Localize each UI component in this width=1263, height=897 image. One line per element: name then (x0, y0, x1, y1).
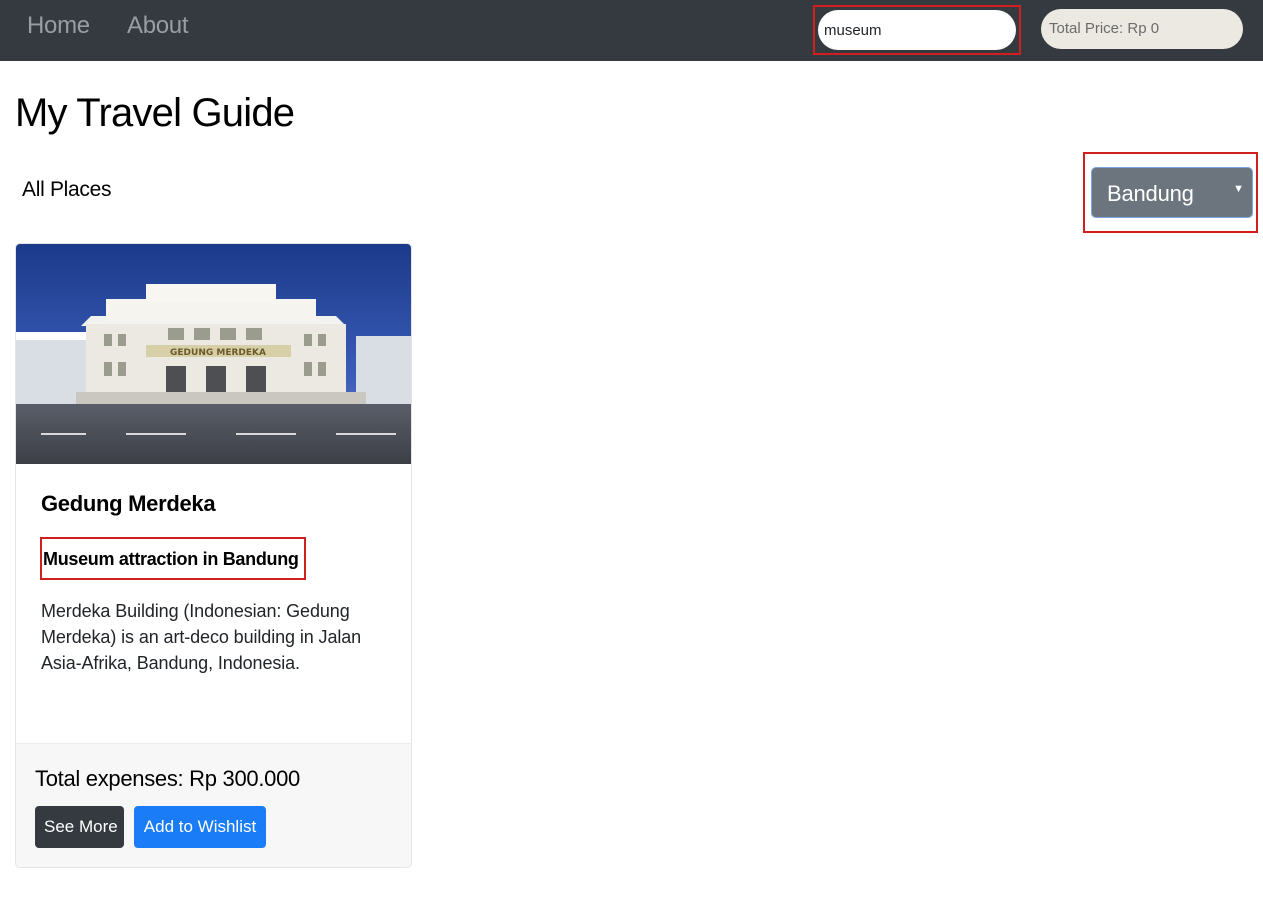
navbar: Home About Total Price: Rp 0 (0, 0, 1263, 61)
see-more-button[interactable]: See More (35, 806, 124, 848)
city-select-highlight-box: Bandung ▼ (1083, 152, 1258, 233)
place-description: Merdeka Building (Indonesian: Gedung Mer… (41, 601, 362, 673)
total-expenses: Total expenses: Rp 300.000 (35, 766, 300, 791)
card-footer: Total expenses: Rp 300.000 See More Add … (16, 743, 411, 867)
place-card: GEDUNG MERDEKA Gedung Merdeka Museum att… (15, 243, 412, 868)
subtitle-highlight-box: Museum attraction in Bandung (40, 537, 306, 580)
city-select-value: Bandung (1107, 181, 1194, 206)
place-title: Gedung Merdeka (41, 491, 216, 516)
nav-about-link[interactable]: About (127, 12, 189, 40)
total-price-display: Total Price: Rp 0 (1041, 9, 1243, 49)
building-lettering: GEDUNG MERDEKA (170, 348, 266, 358)
search-highlight-box (813, 5, 1021, 55)
page-title: My Travel Guide (15, 91, 295, 135)
add-to-wishlist-button[interactable]: Add to Wishlist (134, 806, 266, 848)
place-image: GEDUNG MERDEKA (16, 244, 411, 464)
place-subtitle: Museum attraction in Bandung (43, 549, 299, 569)
caret-down-icon: ▼ (1233, 183, 1244, 195)
section-label: All Places (22, 178, 112, 201)
nav-home-link[interactable]: Home (27, 12, 90, 40)
city-select[interactable]: Bandung ▼ (1091, 167, 1253, 218)
search-input[interactable] (818, 10, 1016, 50)
